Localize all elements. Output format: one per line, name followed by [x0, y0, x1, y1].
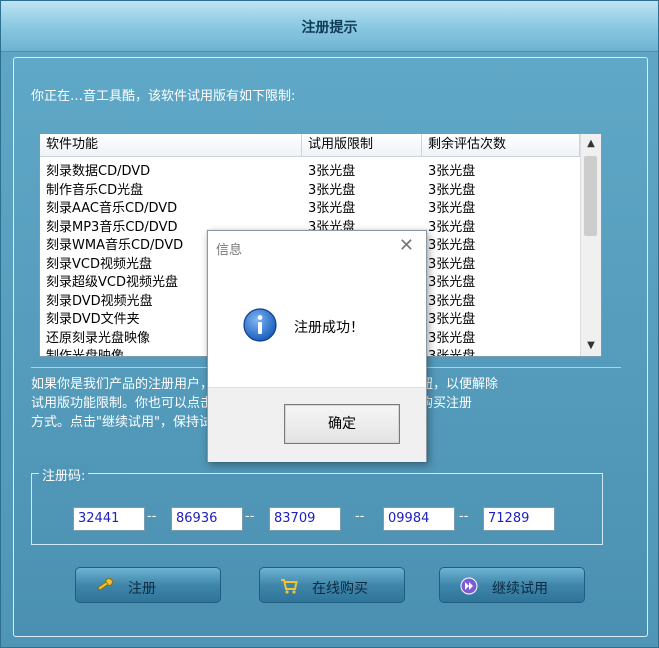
dialog-title: 信息 [216, 243, 243, 258]
cell-feature: 刻录数据CD/DVD [46, 164, 151, 179]
cell-feature: 刻录VCD视频光盘 [46, 256, 152, 272]
register-button[interactable]: 注册 [75, 567, 221, 603]
continue-trial-button[interactable]: 继续试用 [439, 567, 585, 603]
buy-online-button[interactable]: 在线购买 [259, 567, 405, 603]
register-button-label: 注册 [128, 581, 156, 597]
cell-remaining: 3张光盘 [428, 219, 476, 235]
continue-trial-button-label: 继续试用 [492, 581, 548, 597]
cell-remaining: 3张光盘 [428, 256, 476, 272]
table-row[interactable]: 制作音乐CD光盘 3张光盘 3张光盘 [40, 179, 580, 198]
code-field-3[interactable]: 83709 [269, 507, 341, 531]
scroll-up-icon[interactable]: ▲ [581, 134, 601, 154]
cell-feature: 刻录超级VCD视频光盘 [46, 275, 178, 290]
info-dialog: 信息 ✕ 注册成功！ 确定 [207, 230, 427, 462]
trial-intro-text: 你正在…音工具酷，该软件试用版有如下限制: [31, 89, 296, 104]
cell-remaining: 3张光盘 [428, 164, 476, 179]
cell-feature: 刻录MP3音乐CD/DVD [46, 219, 178, 235]
code-separator: -- [147, 509, 157, 524]
scroll-down-icon[interactable]: ▼ [581, 336, 601, 356]
cell-feature: 刻录DVD文件夹 [46, 312, 140, 327]
code-field-4[interactable]: 09984 [383, 507, 455, 531]
dialog-message: 注册成功！ [294, 320, 364, 336]
cell-remaining: 3张光盘 [428, 293, 476, 309]
info-icon [243, 308, 277, 342]
window-title: 注册提示 [301, 20, 358, 36]
registration-window: 注册提示 你正在…音工具酷，该软件试用版有如下限制: 软件功能 试用版限制 剩余… [0, 0, 659, 648]
cell-feature: 还原刻录光盘映像 [46, 330, 151, 346]
code-field-2[interactable]: 86936 [171, 507, 243, 531]
table-row[interactable]: 刻录AAC音乐CD/DVD 3张光盘 3张光盘 [40, 197, 580, 216]
cell-feature: 制作光盘映像 [46, 349, 125, 357]
cell-remaining: 3张光盘 [428, 238, 476, 253]
scrollbar-thumb[interactable] [584, 156, 597, 236]
cell-remaining: 3张光盘 [428, 330, 476, 346]
table-header: 软件功能 试用版限制 剩余评估次数 [40, 134, 580, 157]
code-separator: -- [355, 509, 365, 524]
column-header-trial-limit[interactable]: 试用版限制 [302, 134, 422, 156]
cell-trial-limit: 3张光盘 [308, 201, 356, 216]
cell-feature: 刻录AAC音乐CD/DVD [46, 201, 178, 216]
column-header-remaining[interactable]: 剩余评估次数 [422, 134, 580, 156]
registration-code-label: 注册码: [39, 465, 89, 484]
cell-remaining: 3张光盘 [428, 275, 476, 290]
shopping-cart-icon [281, 579, 298, 594]
ok-button[interactable]: 确定 [284, 404, 400, 444]
cell-remaining: 3张光盘 [428, 182, 476, 198]
forward-icon [460, 577, 478, 595]
close-icon[interactable]: ✕ [399, 235, 414, 256]
code-separator: -- [245, 509, 255, 524]
code-field-5[interactable]: 71289 [483, 507, 555, 531]
code-field-1[interactable]: 32441 [73, 507, 145, 531]
buy-online-button-label: 在线购买 [312, 581, 368, 597]
cell-trial-limit: 3张光盘 [308, 182, 356, 198]
cell-remaining: 3张光盘 [428, 349, 476, 357]
column-header-feature[interactable]: 软件功能 [40, 134, 302, 156]
table-row[interactable]: 刻录数据CD/DVD 3张光盘 3张光盘 [40, 160, 580, 179]
cell-feature: 制作音乐CD光盘 [46, 182, 144, 198]
cell-remaining: 3张光盘 [428, 201, 476, 216]
cell-feature: 刻录WMA音乐CD/DVD [46, 238, 184, 253]
cell-remaining: 3张光盘 [428, 312, 476, 327]
code-separator: -- [459, 509, 469, 524]
key-icon [97, 578, 113, 591]
title-bar[interactable]: 注册提示 [1, 1, 658, 52]
dialog-footer: 确定 [208, 387, 426, 462]
cell-trial-limit: 3张光盘 [308, 164, 356, 179]
cell-feature: 刻录DVD视频光盘 [46, 293, 153, 309]
table-scrollbar[interactable]: ▲ ▼ [580, 134, 601, 356]
